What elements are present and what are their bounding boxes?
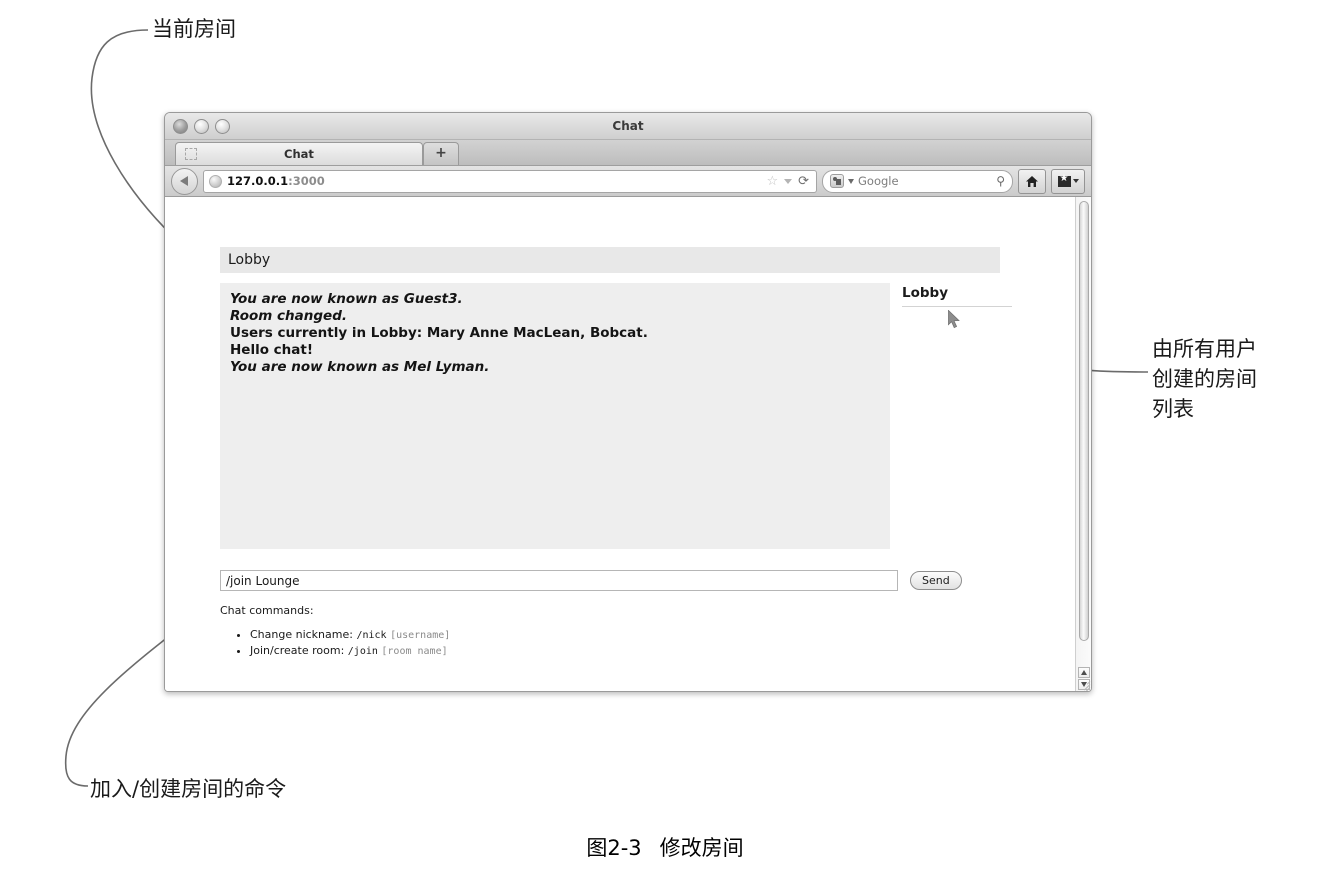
bookmark-icon [1057,172,1071,187]
vertical-scrollbar[interactable] [1075,197,1091,691]
minimize-button[interactable] [194,119,209,134]
message-input[interactable] [220,570,898,591]
chevron-down-icon[interactable] [848,178,854,184]
chat-body: You are now known as Guest3. Room change… [220,283,1075,549]
navigation-toolbar: 127.0.0.1:3000 ☆ ⟳ Google ⚲ [165,166,1091,197]
list-item: Change nickname: /nick [username] [250,628,1075,641]
new-tab-button[interactable]: + [423,142,459,165]
blank-favicon-icon [185,148,197,160]
send-button[interactable]: Send [910,571,962,590]
command-name: /join [347,646,378,657]
triangle-up-icon [1081,670,1087,675]
command-arg: [username] [390,630,451,641]
list-item: Hello chat! [230,342,314,358]
room-list-item-lobby[interactable]: Lobby [902,285,1012,307]
annotation-current-room: 当前房间 [152,17,236,41]
reload-icon[interactable]: ⟳ [798,175,809,188]
list-item: Join/create room: /join [room name] [250,644,1075,657]
commands-title: Chat commands: [220,604,314,617]
window-controls [173,119,230,134]
compose-row: Send [220,570,1075,591]
annotation-join-command: 加入/创建房间的命令 [90,777,287,801]
back-button[interactable] [171,167,198,195]
chevron-down-icon[interactable] [784,178,793,184]
page-viewport: Lobby You are now known as Guest3. Room … [165,197,1091,691]
bookmark-star-icon[interactable]: ☆ [766,175,778,188]
tab-chat-label: Chat [284,147,314,161]
command-arg: [room name] [381,646,448,657]
list-item: You are now known as Mel Lyman. [230,359,490,375]
url-bar-actions: ☆ ⟳ [766,175,811,188]
scrollbar-thumb[interactable] [1079,201,1089,641]
list-item: Users currently in Lobby: Mary Anne MacL… [230,325,648,341]
search-input[interactable]: Google ⚲ [822,169,1013,193]
browser-window: Chat Chat + 127.0.0.1:3000 ☆ ⟳ Google ⚲ [164,112,1092,692]
tab-chat[interactable]: Chat [175,142,423,165]
url-port: :3000 [288,174,325,188]
home-button[interactable] [1018,168,1046,194]
bookmarks-button[interactable] [1051,168,1085,194]
figure-number: 图2-3 [586,836,642,860]
close-button[interactable] [173,119,188,134]
search-engine-label: Google [858,174,899,188]
mouse-cursor [948,310,960,329]
tab-strip: Chat + [165,140,1091,166]
search-engine-icon[interactable] [830,174,844,188]
window-title-bar: Chat [165,113,1091,140]
figure-caption: 图2-3 修改房间 [0,832,1330,862]
url-bar[interactable]: 127.0.0.1:3000 ☆ ⟳ [203,169,817,193]
figure-title: 修改房间 [659,836,744,860]
command-label: Join/create room: [250,644,348,657]
resize-grip[interactable] [1077,677,1091,691]
globe-icon [209,174,222,188]
home-icon [1026,175,1038,187]
url-text: 127.0.0.1:3000 [227,174,761,188]
commands-list: Change nickname: /nick [username] Join/c… [220,628,1075,657]
window-title: Chat [612,119,644,133]
current-room-header: Lobby [220,247,1000,273]
url-host: 127.0.0.1 [227,174,289,188]
chat-application: Lobby You are now known as Guest3. Room … [165,197,1075,691]
back-arrow-icon [179,176,188,186]
message-list: You are now known as Guest3. Room change… [220,283,890,549]
command-label: Change nickname: [250,628,357,641]
search-icon[interactable]: ⚲ [996,174,1005,188]
list-item: Room changed. [230,308,347,324]
zoom-button[interactable] [215,119,230,134]
command-name: /nick [356,630,387,641]
list-item: You are now known as Guest3. [230,291,463,307]
annotation-room-list: 由所有用户 创建的房间 列表 [1152,337,1257,421]
chevron-down-icon [1072,179,1079,183]
